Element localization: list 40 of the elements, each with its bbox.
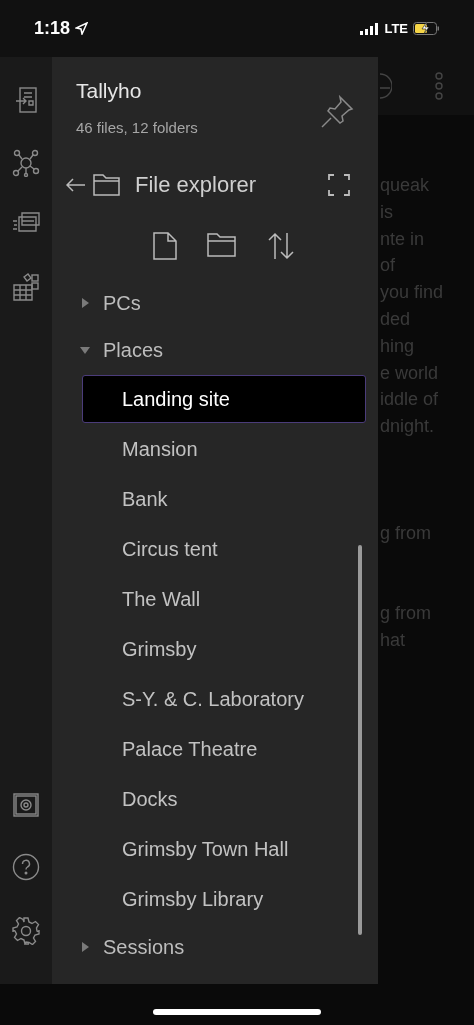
collapsed-caret-icon[interactable] bbox=[80, 942, 90, 952]
back-arrow-icon[interactable] bbox=[66, 177, 86, 192]
collapsed-caret-icon[interactable] bbox=[80, 298, 90, 308]
battery-charging-icon bbox=[413, 22, 440, 35]
signal-icon bbox=[360, 22, 380, 35]
expand-icon[interactable] bbox=[328, 173, 350, 196]
settings-icon[interactable] bbox=[12, 917, 40, 945]
panel-title: File explorer bbox=[135, 171, 257, 199]
file-item[interactable]: Circus tent bbox=[82, 524, 366, 573]
folder-label[interactable]: Sessions bbox=[103, 932, 185, 962]
file-item[interactable]: Docks bbox=[82, 774, 366, 823]
file-item[interactable]: The Wall bbox=[82, 574, 366, 623]
network-label: LTE bbox=[384, 19, 408, 38]
folder-label[interactable]: Places bbox=[103, 335, 164, 365]
new-note-icon[interactable] bbox=[153, 231, 177, 260]
file-item[interactable]: Landing site bbox=[82, 374, 366, 423]
safe-icon[interactable] bbox=[13, 793, 39, 817]
vault-name: Tallyho bbox=[76, 78, 142, 104]
sidebar-toggle-icon[interactable] bbox=[14, 87, 38, 113]
expanded-caret-icon[interactable] bbox=[80, 345, 90, 355]
sort-icon[interactable] bbox=[267, 231, 295, 260]
graph-icon[interactable] bbox=[12, 149, 40, 177]
new-folder-icon[interactable] bbox=[207, 231, 237, 258]
folder-label[interactable]: PCs bbox=[103, 288, 141, 318]
file-item[interactable]: Grimsby Town Hall bbox=[82, 824, 366, 873]
pin-icon[interactable] bbox=[320, 95, 354, 129]
cards-icon[interactable] bbox=[12, 211, 40, 233]
scrollbar-thumb[interactable] bbox=[358, 545, 362, 935]
file-item[interactable]: Palace Theatre bbox=[82, 724, 366, 773]
file-item[interactable]: Mansion bbox=[82, 424, 366, 473]
file-item[interactable]: Bank bbox=[82, 474, 366, 523]
help-icon[interactable] bbox=[12, 853, 40, 881]
folder-icon bbox=[93, 172, 121, 197]
blocks-icon[interactable] bbox=[12, 273, 40, 301]
file-item[interactable]: Grimsby bbox=[82, 624, 366, 673]
clock-time: 1:18 bbox=[34, 17, 71, 40]
file-item[interactable]: S-Y. & C. Laboratory bbox=[82, 674, 366, 723]
location-arrow-icon bbox=[75, 22, 89, 35]
vault-stats: 46 files, 12 folders bbox=[76, 118, 198, 138]
file-item[interactable]: Grimsby Library bbox=[82, 874, 366, 923]
